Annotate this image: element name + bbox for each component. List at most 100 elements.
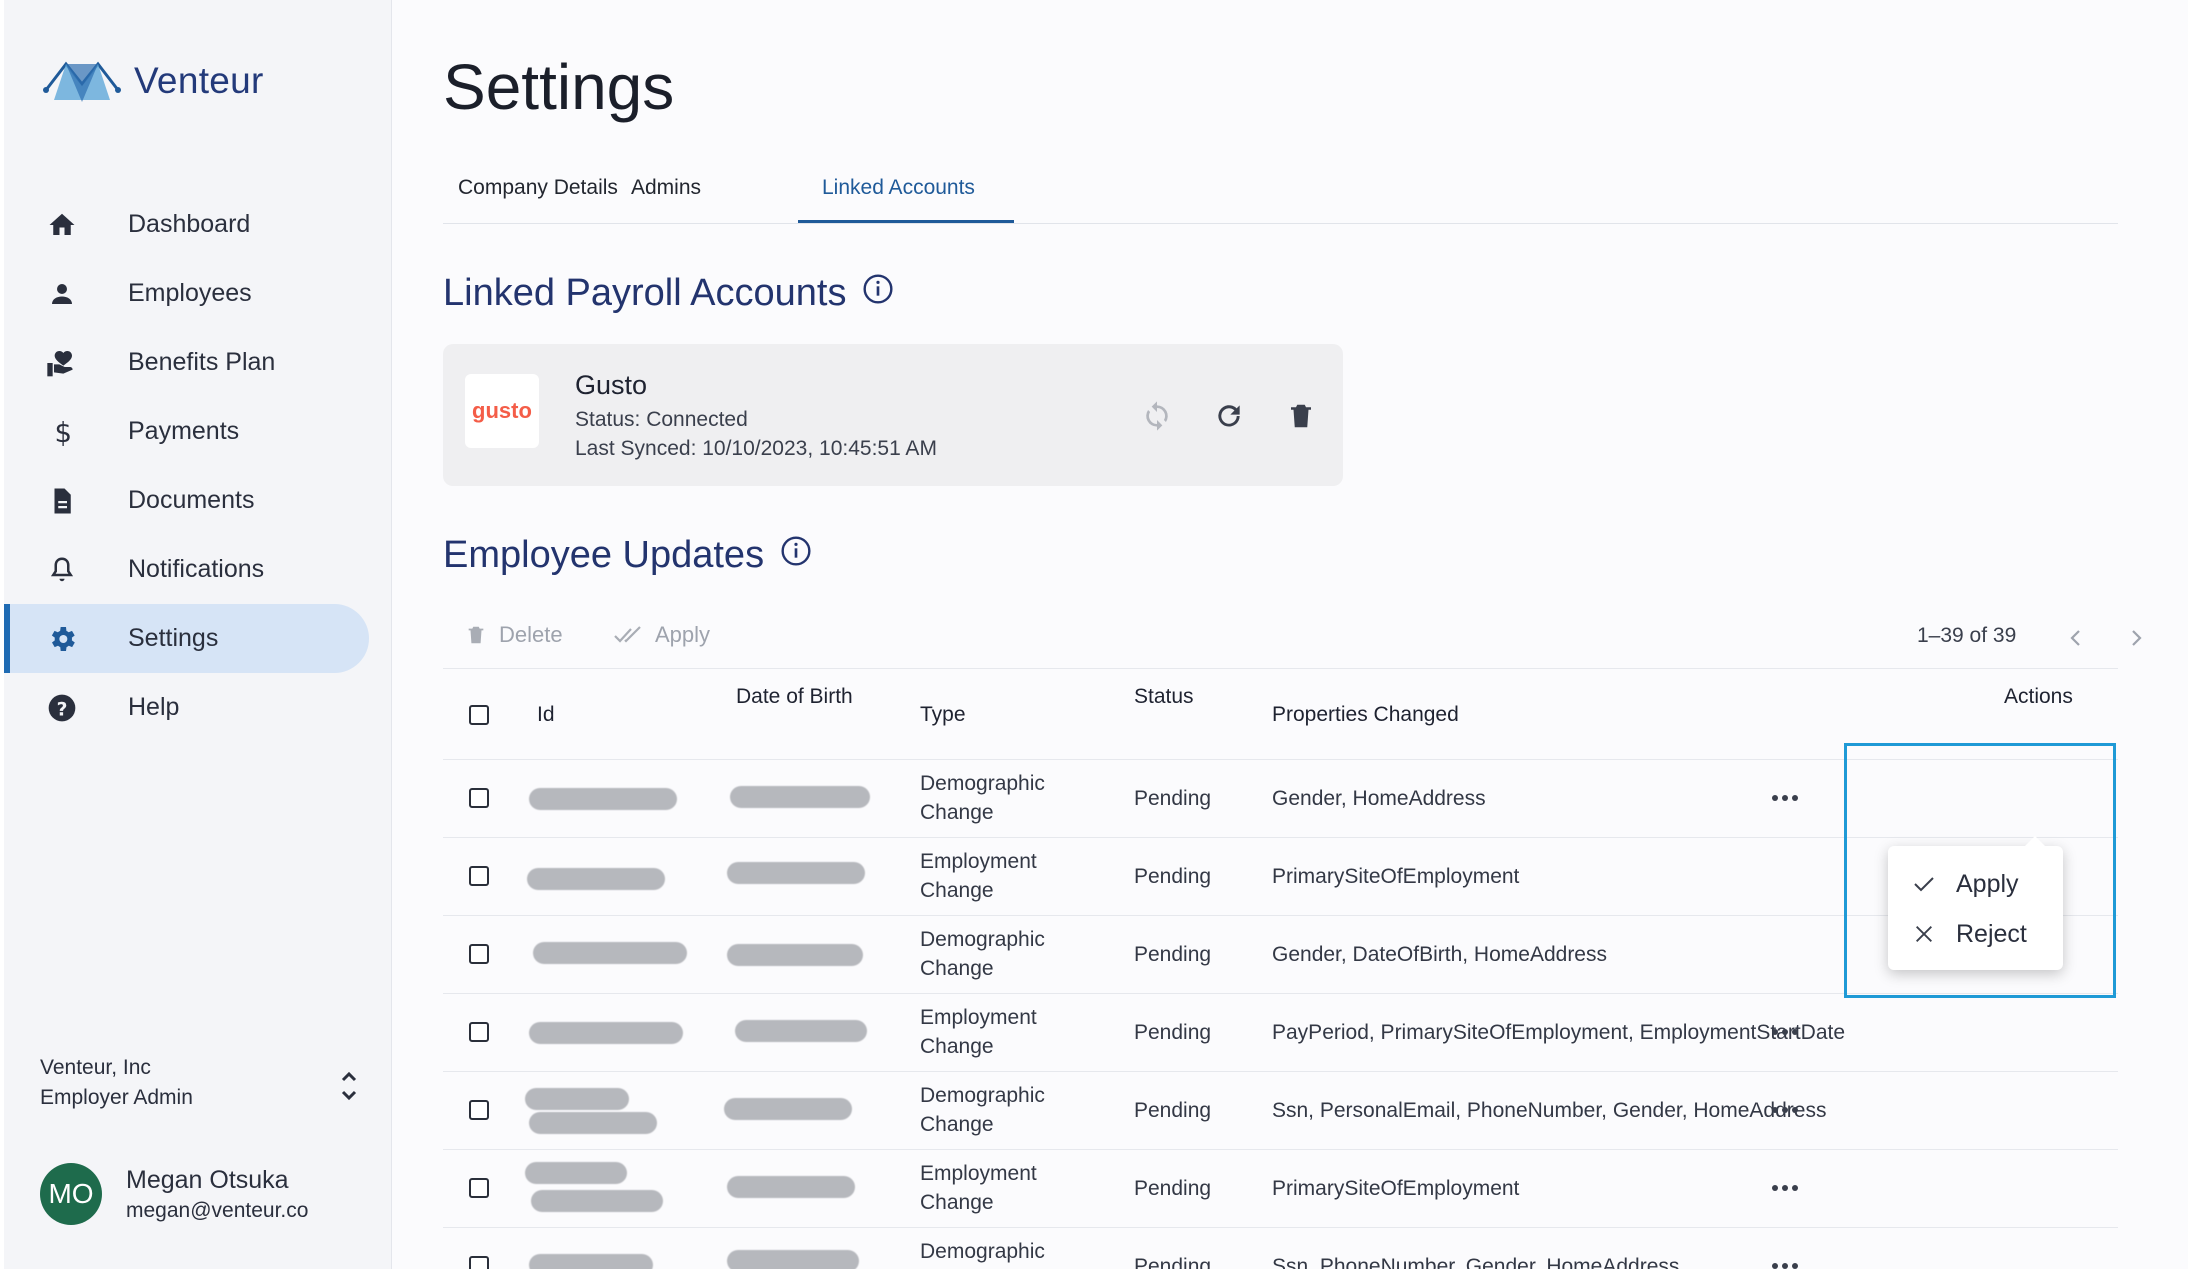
row-actions-button[interactable]: [1759, 1016, 1811, 1048]
update-type: Demographic Change: [920, 772, 1045, 824]
info-icon[interactable]: [780, 534, 812, 577]
sidebar-item-employees[interactable]: Employees: [4, 259, 369, 328]
properties-changed: Gender, DateOfBirth, HomeAddress: [1272, 943, 1607, 966]
delete-account-button[interactable]: [1281, 396, 1321, 436]
row-actions-button[interactable]: [1759, 1172, 1811, 1204]
row-checkbox[interactable]: [469, 1100, 489, 1120]
home-icon: [42, 205, 82, 245]
venteur-logo[interactable]: Venteur: [40, 56, 264, 106]
avatar: MO: [40, 1163, 102, 1225]
table-row[interactable]: Employment Change Pending PayPeriod, Pri…: [443, 994, 2118, 1072]
redacted-id[interactable]: [529, 1022, 683, 1044]
menu-item-reject[interactable]: Reject: [1888, 912, 2063, 956]
column-header-properties-changed[interactable]: Properties Changed: [1272, 703, 1459, 727]
sidebar-item-payments[interactable]: $ Payments: [4, 397, 369, 466]
table-row[interactable]: Demographic Change Pending Ssn, PhoneNum…: [443, 1228, 2118, 1269]
next-page-button[interactable]: [2120, 622, 2152, 654]
sidebar-item-documents[interactable]: Documents: [4, 466, 369, 535]
person-icon: [42, 274, 82, 314]
linked-payroll-title: Linked Payroll Accounts: [443, 272, 894, 315]
row-checkbox[interactable]: [469, 1256, 489, 1269]
more-horizontal-icon: [1772, 1107, 1798, 1113]
settings-tabs: Company Details Admins Linked Accounts: [443, 168, 2118, 224]
column-header-type[interactable]: Type: [920, 703, 966, 727]
previous-page-button[interactable]: [2060, 622, 2092, 654]
row-checkbox[interactable]: [469, 788, 489, 808]
unfold-icon[interactable]: [338, 1068, 360, 1109]
table-row[interactable]: Employment Change Pending PrimarySiteOfE…: [443, 1150, 2118, 1228]
update-type: Demographic Change: [920, 1084, 1045, 1136]
sidebar-item-label: Employees: [128, 279, 252, 307]
update-status: Pending: [1134, 1177, 1212, 1200]
select-all-checkbox[interactable]: [469, 705, 489, 725]
trash-icon: [468, 626, 484, 644]
redacted-id[interactable]: [527, 868, 665, 890]
redacted-id[interactable]: [529, 1254, 653, 1269]
row-actions-button[interactable]: [1759, 1250, 1811, 1269]
row-actions-button[interactable]: [1759, 782, 1811, 814]
refresh-icon: [1218, 405, 1240, 427]
column-header-status[interactable]: Status: [1134, 685, 1194, 709]
heart-hand-icon: [42, 343, 82, 383]
employee-updates-title: Employee Updates: [443, 534, 812, 577]
double-check-icon: [614, 626, 641, 643]
trash-icon: [1291, 404, 1311, 428]
update-type: Demographic Change: [920, 1240, 1045, 1263]
more-horizontal-icon: [1772, 795, 1798, 801]
document-icon: [42, 481, 82, 521]
more-horizontal-icon: [1772, 1263, 1798, 1269]
column-header-id[interactable]: Id: [537, 703, 555, 727]
user-email: megan@venteur.co: [126, 1198, 309, 1222]
company-name: Venteur, Inc: [40, 1056, 151, 1079]
sidebar-item-dashboard[interactable]: Dashboard: [4, 190, 369, 259]
row-checkbox[interactable]: [469, 866, 489, 886]
redacted-date-of-birth: [730, 786, 870, 808]
table-row[interactable]: Demographic Change Pending Ssn, Personal…: [443, 1072, 2118, 1150]
tab-linked-accounts[interactable]: Linked Accounts: [798, 168, 1014, 223]
row-checkbox[interactable]: [469, 944, 489, 964]
sidebar-item-label: Settings: [128, 624, 219, 652]
redacted-id[interactable]: [533, 942, 687, 964]
column-header-date-of-birth[interactable]: Date of Birth: [736, 685, 853, 709]
delete-label: Delete: [499, 622, 563, 647]
sidebar-item-settings[interactable]: Settings: [4, 604, 369, 673]
apply-button[interactable]: Apply: [613, 622, 710, 648]
chevron-right-icon: [2132, 630, 2142, 646]
company-role: Employer Admin: [40, 1086, 193, 1109]
redacted-id[interactable]: [525, 1162, 627, 1184]
more-horizontal-icon: [1772, 1029, 1798, 1035]
table-toolbar: Delete Apply 1–39 of 39: [443, 616, 2142, 668]
properties-changed: PrimarySiteOfEmployment: [1272, 1177, 1520, 1200]
update-type: Employment Change: [920, 1162, 1037, 1214]
tab-company-details[interactable]: Company Details: [458, 168, 648, 223]
tab-admins[interactable]: Admins: [631, 168, 721, 223]
app-window: Venteur Dashboard Employees Benefits Pla…: [0, 0, 2188, 1269]
column-header-actions: Actions: [2004, 685, 2073, 708]
sidebar-item-notifications[interactable]: Notifications: [4, 535, 369, 604]
delete-button[interactable]: Delete: [465, 622, 563, 648]
row-checkbox[interactable]: [469, 1022, 489, 1042]
redacted-id[interactable]: [525, 1088, 629, 1110]
redacted-date-of-birth: [727, 1250, 859, 1269]
redacted-id[interactable]: [529, 788, 677, 810]
sidebar-item-help[interactable]: ? Help: [4, 673, 369, 742]
info-icon[interactable]: [862, 272, 894, 315]
apply-label: Apply: [655, 622, 711, 647]
sidebar-item-label: Benefits Plan: [128, 348, 276, 376]
refresh-button[interactable]: [1209, 396, 1249, 436]
row-actions-button[interactable]: [1759, 1094, 1811, 1126]
properties-changed: Gender, HomeAddress: [1272, 787, 1486, 810]
sync-button[interactable]: [1137, 396, 1177, 436]
sidebar-item-benefits-plan[interactable]: Benefits Plan: [4, 328, 369, 397]
company-switcher[interactable]: Venteur, Inc Employer Admin: [40, 1056, 360, 1110]
row-checkbox[interactable]: [469, 1178, 489, 1198]
section-title-text: Employee Updates: [443, 534, 765, 576]
pagination-info: 1–39 of 39: [1917, 624, 2017, 647]
chevron-left-icon: [2070, 630, 2080, 646]
menu-item-apply[interactable]: Apply: [1888, 862, 2063, 906]
user-profile[interactable]: MO Megan Otsuka megan@venteur.co: [40, 1163, 308, 1225]
sidebar-item-label: Help: [128, 693, 180, 721]
page-title: Settings: [443, 51, 675, 123]
dollar-icon: $: [42, 412, 82, 452]
update-type: Employment Change: [920, 1006, 1037, 1058]
